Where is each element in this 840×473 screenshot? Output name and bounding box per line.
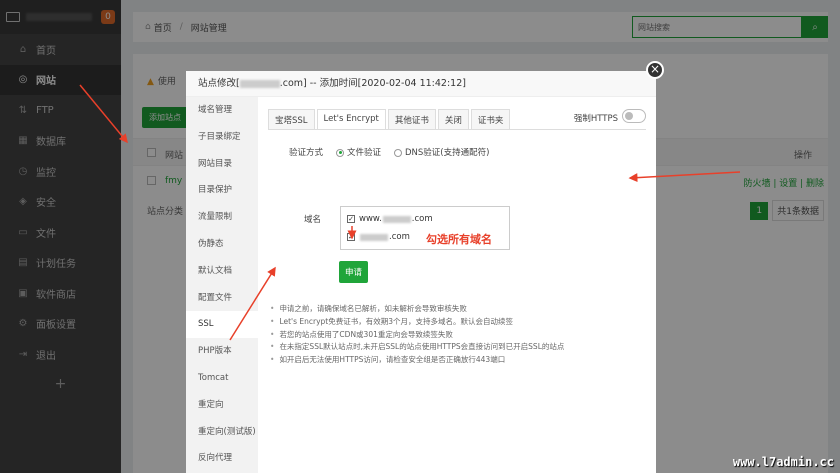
annotation-arrows bbox=[79, 84, 741, 341]
watermark: www.l7admin.cc bbox=[732, 455, 834, 469]
arrow-to-settings bbox=[628, 171, 741, 183]
arrow-to-site-list bbox=[79, 84, 128, 144]
arrow-to-ssl-tab bbox=[229, 266, 276, 341]
